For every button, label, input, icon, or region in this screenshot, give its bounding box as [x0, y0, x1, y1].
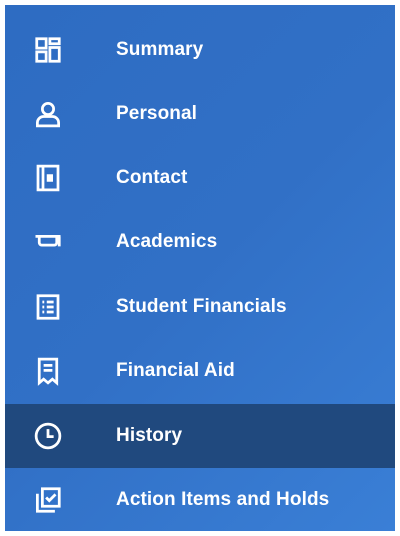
sidebar-nav: Summary Personal Contact Academics Stude… — [5, 5, 395, 531]
sidebar-item-summary[interactable]: Summary — [5, 18, 395, 82]
sidebar-item-contact[interactable]: Contact — [5, 146, 395, 210]
sidebar-item-label: Financial Aid — [116, 360, 235, 381]
sidebar-item-action-items-and-holds[interactable]: Action Items and Holds — [5, 468, 395, 532]
sidebar-item-label: History — [116, 425, 183, 446]
graduation-cap-icon — [33, 227, 63, 257]
sidebar-item-label: Summary — [116, 39, 204, 60]
sidebar-item-label: Academics — [116, 231, 218, 252]
sidebar-item-student-financials[interactable]: Student Financials — [5, 275, 395, 339]
receipt-icon — [33, 356, 63, 386]
checklist-stack-icon — [33, 485, 63, 515]
sidebar-item-label: Student Financials — [116, 296, 287, 317]
contact-book-icon — [33, 163, 63, 193]
sidebar-item-label: Contact — [116, 167, 188, 188]
sidebar-item-academics[interactable]: Academics — [5, 210, 395, 274]
clock-icon — [33, 421, 63, 451]
dashboard-grid-icon — [33, 35, 63, 65]
sidebar-item-history[interactable]: History — [5, 404, 395, 468]
sidebar-item-financial-aid[interactable]: Financial Aid — [5, 339, 395, 403]
financial-document-icon — [33, 292, 63, 322]
person-icon — [33, 99, 63, 129]
sidebar-item-label: Personal — [116, 103, 198, 124]
sidebar-item-label: Action Items and Holds — [116, 489, 330, 510]
sidebar-item-personal[interactable]: Personal — [5, 82, 395, 146]
